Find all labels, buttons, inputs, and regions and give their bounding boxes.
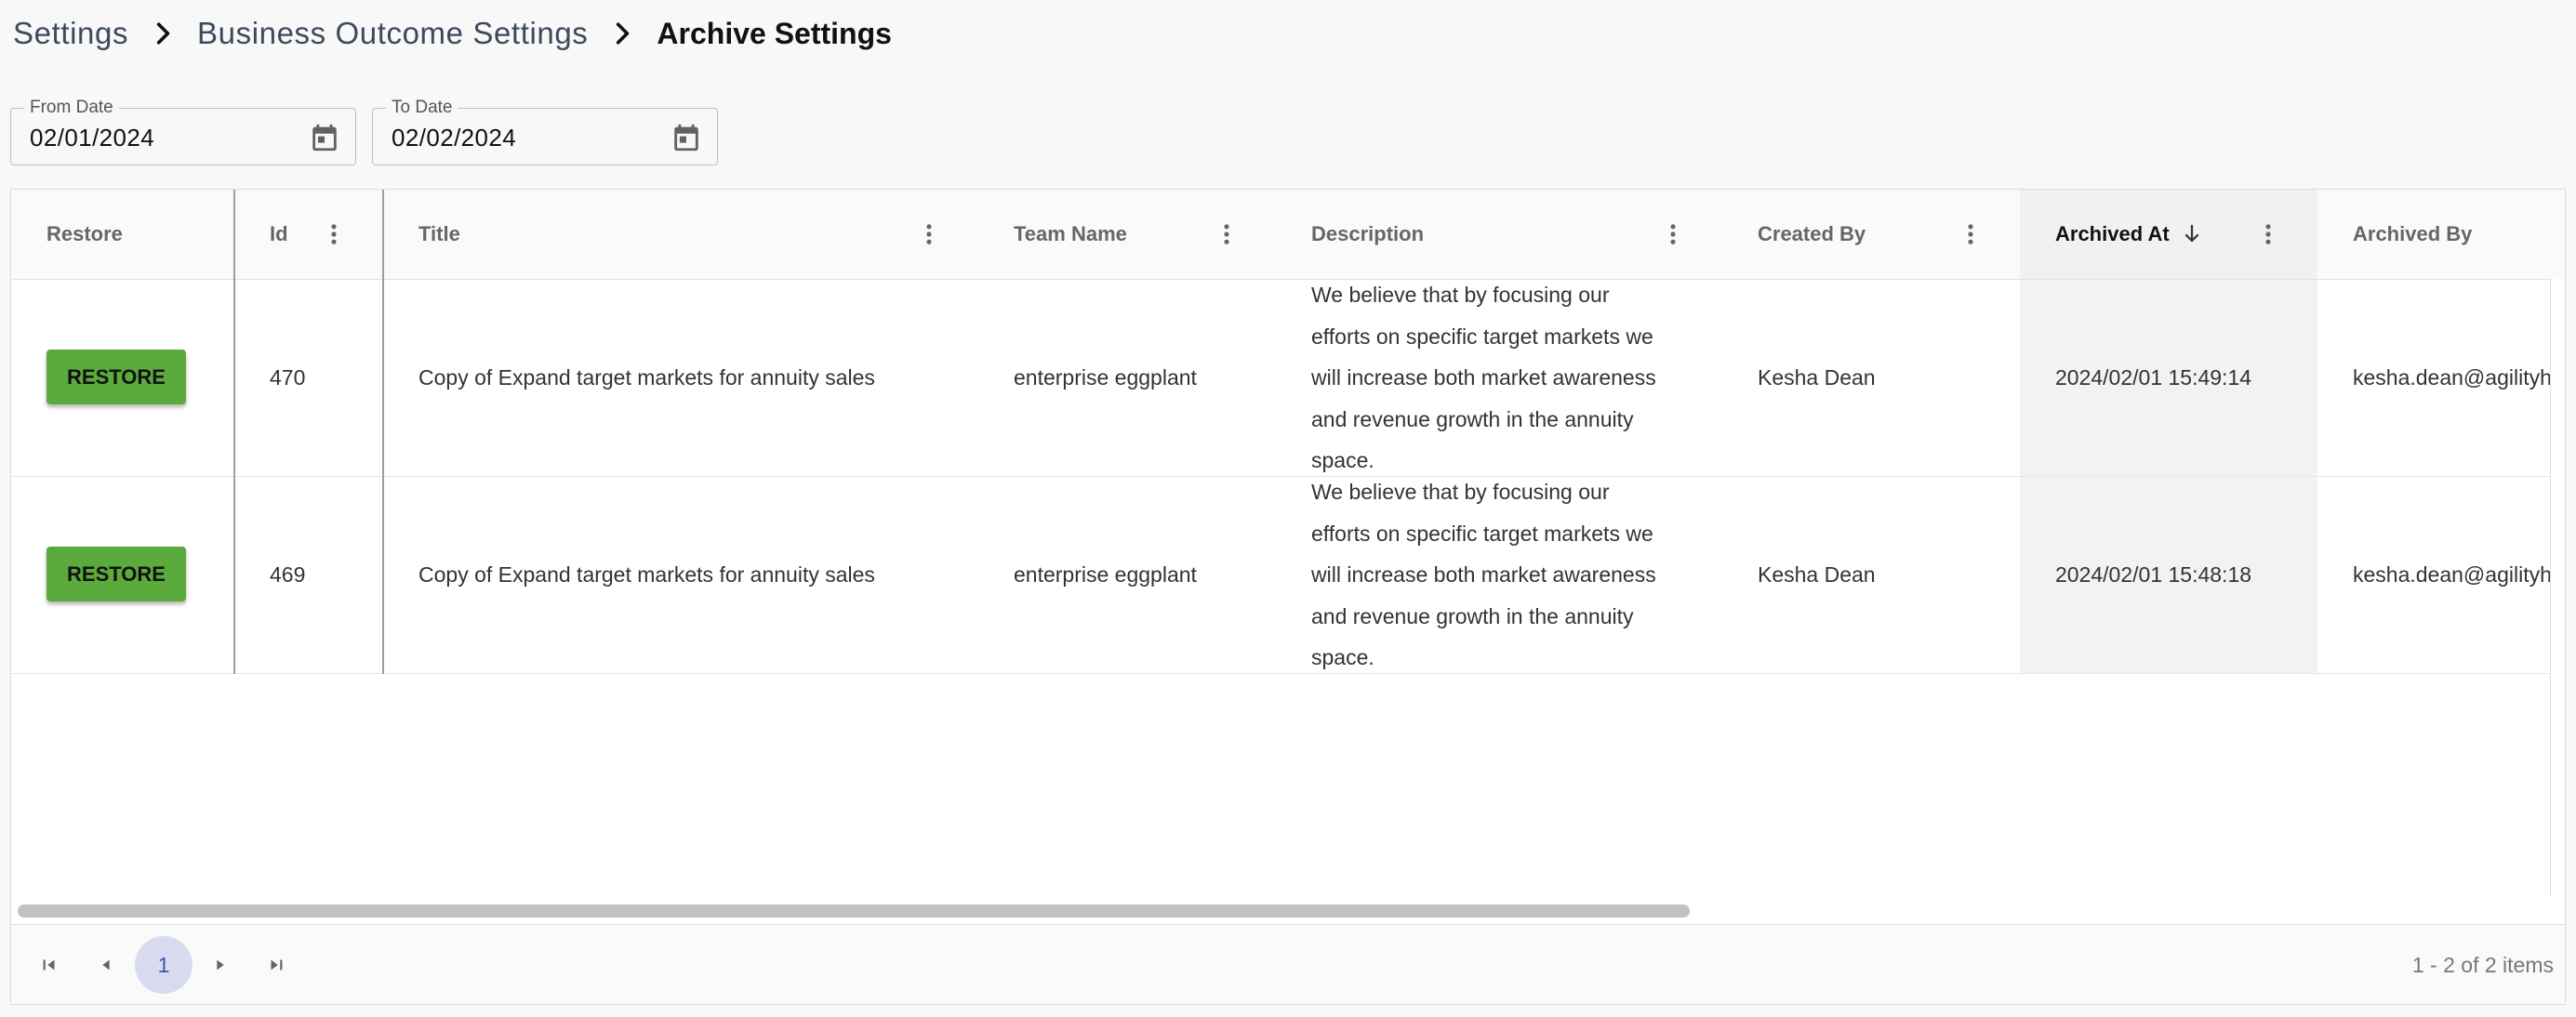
- calendar-icon[interactable]: [671, 122, 702, 153]
- column-header-label: Created By: [1758, 222, 1866, 245]
- column-header-label: Restore: [46, 222, 123, 245]
- cell-title: Copy of Expand target markets for annuit…: [418, 365, 875, 390]
- page-1-button[interactable]: 1: [135, 936, 193, 994]
- from-date-label: From Date: [24, 98, 119, 118]
- column-menu-icon[interactable]: [321, 221, 347, 247]
- pager: 1 1 - 2 of 2 items: [11, 924, 2565, 1004]
- sort-descending-icon: [2184, 224, 2198, 243]
- breadcrumb-business-outcome-settings[interactable]: Business Outcome Settings: [197, 16, 588, 51]
- column-menu-icon[interactable]: [2255, 221, 2281, 247]
- column-header-restore[interactable]: Restore: [11, 190, 234, 279]
- chevron-right-icon: [141, 11, 184, 56]
- frozen-column-divider: [382, 190, 384, 674]
- breadcrumb: Settings Business Outcome Settings Archi…: [13, 11, 892, 56]
- cell-archived-at: 2024/02/01 15:49:14: [2020, 280, 2317, 476]
- pager-info: 1 - 2 of 2 items: [2411, 953, 2554, 977]
- cell-archived-at: 2024/02/01 15:48:18: [2020, 477, 2317, 673]
- table-row: RESTORE 469 Copy of Expand target market…: [11, 477, 2550, 674]
- cell-team-name: enterprise eggplant: [1014, 365, 1197, 390]
- column-header-label: Title: [418, 222, 460, 245]
- chevron-right-icon: [601, 11, 644, 56]
- page-title: Archive Settings: [657, 16, 892, 50]
- cell-archived-by: kesha.dean@agilityh: [2353, 562, 2550, 587]
- to-date-field[interactable]: To Date 02/02/2024: [372, 98, 718, 165]
- restore-button[interactable]: RESTORE: [46, 350, 186, 404]
- previous-page-icon[interactable]: [90, 949, 122, 981]
- cell-description: We believe that by focusing our efforts …: [1311, 283, 1656, 473]
- cell-archived-by: kesha.dean@agilityh: [2353, 365, 2550, 390]
- column-header-label: Team Name: [1014, 222, 1127, 245]
- column-menu-icon[interactable]: [916, 221, 942, 247]
- cell-team-name: enterprise eggplant: [1014, 562, 1197, 587]
- to-date-value[interactable]: 02/02/2024: [392, 124, 516, 152]
- from-date-value[interactable]: 02/01/2024: [30, 124, 154, 152]
- table-row: RESTORE 470 Copy of Expand target market…: [11, 280, 2550, 477]
- cell-description: We believe that by focusing our efforts …: [1311, 480, 1656, 670]
- column-menu-icon[interactable]: [1958, 221, 1984, 247]
- calendar-icon[interactable]: [309, 122, 340, 153]
- archive-grid: Restore Id Title Team Name Description C…: [10, 189, 2566, 1005]
- grid-header: Restore Id Title Team Name Description C…: [11, 190, 2565, 280]
- column-menu-icon[interactable]: [1660, 221, 1686, 247]
- last-page-icon[interactable]: [260, 949, 292, 981]
- cell-id: 470: [270, 365, 306, 390]
- breadcrumb-settings[interactable]: Settings: [13, 16, 128, 51]
- first-page-icon[interactable]: [33, 949, 65, 981]
- frozen-column-divider: [233, 190, 235, 674]
- restore-button[interactable]: RESTORE: [46, 547, 186, 601]
- column-header-archived-by[interactable]: Archived By: [2317, 190, 2565, 279]
- column-header-label: Id: [270, 222, 288, 245]
- cell-created-by: Kesha Dean: [1758, 365, 1876, 390]
- cell-id: 469: [270, 562, 306, 587]
- cell-title: Copy of Expand target markets for annuit…: [418, 562, 875, 587]
- cell-created-by: Kesha Dean: [1758, 562, 1876, 587]
- column-header-label: Description: [1311, 222, 1425, 245]
- column-header-label: Archived By: [2353, 222, 2473, 245]
- from-date-field[interactable]: From Date 02/01/2024: [10, 98, 356, 165]
- to-date-label: To Date: [386, 98, 458, 118]
- scrollbar-thumb[interactable]: [18, 905, 1690, 918]
- column-header-title[interactable]: Title: [383, 190, 978, 279]
- vertical-scrollbar[interactable]: [2550, 279, 2565, 896]
- column-menu-icon[interactable]: [1214, 221, 1240, 247]
- next-page-icon[interactable]: [205, 949, 236, 981]
- column-header-description[interactable]: Description: [1276, 190, 1722, 279]
- horizontal-scrollbar[interactable]: [11, 896, 2550, 924]
- column-header-id[interactable]: Id: [234, 190, 383, 279]
- column-header-label: Archived At: [2055, 222, 2170, 245]
